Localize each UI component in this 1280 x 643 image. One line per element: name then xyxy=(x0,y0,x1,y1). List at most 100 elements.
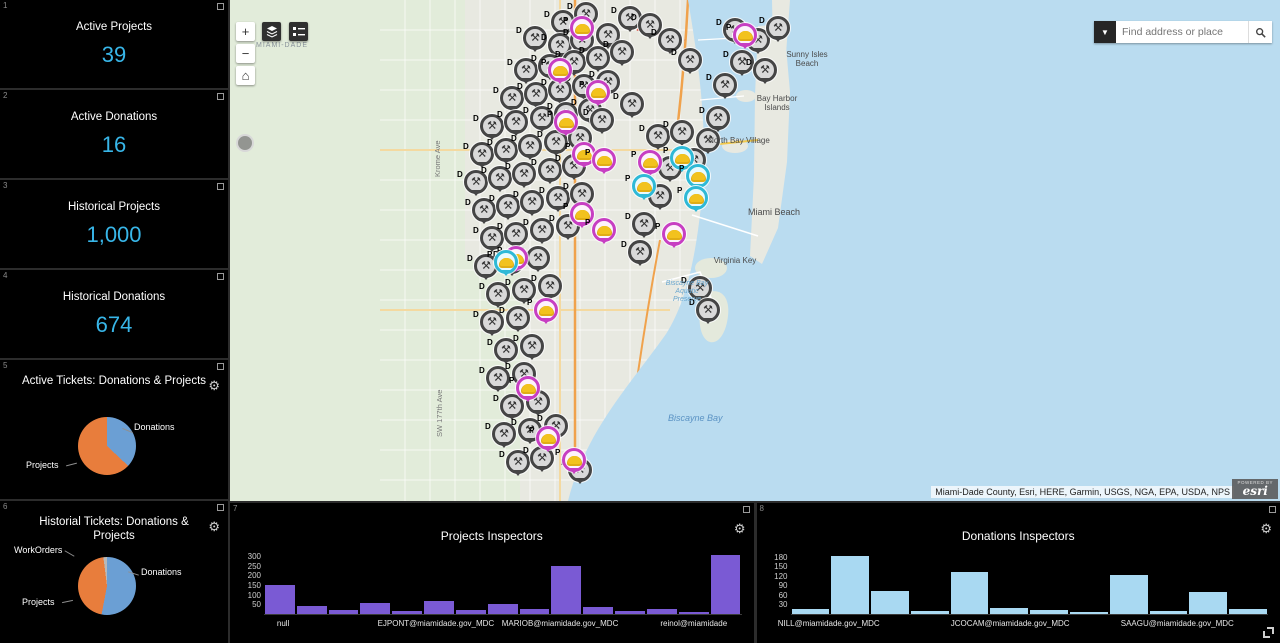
gear-icon[interactable]: ⚙ xyxy=(208,519,220,535)
bar[interactable] xyxy=(711,555,741,614)
bar[interactable] xyxy=(488,604,518,614)
bar[interactable] xyxy=(990,608,1028,614)
bar[interactable] xyxy=(615,611,645,614)
bottom-charts: 7 ⚙ Projects Inspectors 3002502001501005… xyxy=(230,503,1280,643)
y-tick-label: 90 xyxy=(779,582,788,590)
panel-number: 5 xyxy=(3,361,7,370)
bar[interactable] xyxy=(679,612,709,614)
locate-button[interactable] xyxy=(236,134,254,152)
y-axis: 30025020015010050 xyxy=(238,553,264,615)
chart-title: Donations Inspectors xyxy=(757,529,1280,543)
map-label: Virginia Key xyxy=(704,256,766,265)
bar[interactable] xyxy=(551,566,581,614)
bar[interactable] xyxy=(297,606,327,614)
y-tick-label: 120 xyxy=(774,573,787,581)
pie-slice-label: Donations xyxy=(141,567,182,577)
pie-slice-label: Donations xyxy=(134,422,175,432)
pie-callout-line xyxy=(62,600,73,603)
bar-plot xyxy=(791,553,1269,615)
bar[interactable] xyxy=(392,611,422,614)
legend-icon xyxy=(292,25,306,39)
zoom-out-button[interactable]: − xyxy=(236,44,255,63)
stat-value: 1,000 xyxy=(86,222,141,248)
bar[interactable] xyxy=(647,609,677,614)
map-label: Miami Beach xyxy=(748,207,800,217)
map-label: Biscayne Bay Aquatic Preserve xyxy=(662,280,712,304)
esri-logo: POWERED BY esri xyxy=(1232,479,1278,499)
panel-expand-icon[interactable] xyxy=(1269,506,1276,513)
gear-icon[interactable]: ⚙ xyxy=(208,378,220,394)
bar[interactable] xyxy=(583,607,613,614)
bar[interactable] xyxy=(456,610,486,614)
chart-title: Projects Inspectors xyxy=(230,529,754,543)
stat-panel-historical-donations: 4 Historical Donations 674 xyxy=(0,270,228,358)
bar[interactable] xyxy=(424,601,454,614)
bar[interactable] xyxy=(360,603,390,614)
stat-panel-historical-projects: 3 Historical Projects 1,000 xyxy=(0,180,228,268)
y-tick-label: 200 xyxy=(248,572,261,580)
map-label: North Bay Village xyxy=(708,136,770,145)
bar[interactable] xyxy=(831,556,869,614)
y-tick-label: 150 xyxy=(248,582,261,590)
search-widget: ▼ xyxy=(1094,21,1272,43)
panel-expand-icon[interactable] xyxy=(217,183,224,190)
layers-button[interactable] xyxy=(262,22,281,41)
bar[interactable] xyxy=(911,611,949,614)
x-tick-label: null xyxy=(277,619,289,628)
pie-chart[interactable] xyxy=(78,417,136,475)
fullscreen-expand-icon[interactable] xyxy=(1263,627,1274,638)
home-button[interactable]: ⌂ xyxy=(236,66,255,85)
bar[interactable] xyxy=(1030,610,1068,614)
bar[interactable] xyxy=(951,572,989,614)
y-tick-label: 60 xyxy=(779,592,788,600)
pie-slice-label: WorkOrders xyxy=(14,545,62,555)
bar[interactable] xyxy=(1070,612,1108,615)
panel-expand-icon[interactable] xyxy=(217,363,224,370)
bar[interactable] xyxy=(792,609,830,614)
bar[interactable] xyxy=(520,609,550,614)
bar[interactable] xyxy=(1229,609,1267,614)
pie-chart[interactable] xyxy=(78,557,136,615)
panel-number: 6 xyxy=(3,502,7,511)
panel-expand-icon[interactable] xyxy=(743,506,750,513)
gear-icon[interactable]: ⚙ xyxy=(734,521,746,537)
bar[interactable] xyxy=(1150,611,1188,614)
map-label: Krome Ave xyxy=(433,140,442,177)
pie-callout-line xyxy=(66,463,77,467)
y-tick-label: 180 xyxy=(774,554,787,562)
panel-expand-icon[interactable] xyxy=(217,93,224,100)
zoom-in-button[interactable]: + xyxy=(236,22,255,41)
bar[interactable] xyxy=(329,610,359,614)
bar[interactable] xyxy=(1110,575,1148,614)
search-icon xyxy=(1255,26,1266,39)
pie-panel-active-tickets: 5 ⚙ Active Tickets: Donations & Projects… xyxy=(0,360,228,499)
bar[interactable] xyxy=(1189,592,1227,614)
chart-panel-projects-inspectors: 7 ⚙ Projects Inspectors 3002502001501005… xyxy=(230,503,754,643)
bar[interactable] xyxy=(265,585,295,614)
search-button[interactable] xyxy=(1248,21,1272,43)
panel-expand-icon[interactable] xyxy=(217,504,224,511)
map-label: Sunny Isles Beach xyxy=(776,50,838,68)
map[interactable]: D⚒D⚒D⚒D⚒D⚒D⚒D⚒D⚒D⚒D⚒D⚒D⚒D⚒D⚒D⚒D⚒D⚒D⚒D⚒D⚒… xyxy=(230,0,1280,501)
x-tick-label: SAAGU@miamidade.gov_MDC xyxy=(1121,619,1234,628)
map-attribution: Miami-Dade County, Esri, HERE, Garmin, U… xyxy=(931,486,1234,498)
x-axis-labels: NILL@miamidade.gov_MDCJCOCAM@miamidade.g… xyxy=(791,619,1269,631)
chart-body: 180150120906030 xyxy=(765,553,1269,615)
panel-number: 4 xyxy=(3,271,7,280)
y-tick-label: 250 xyxy=(248,563,261,571)
stat-panel-active-projects: 1 Active Projects 39 xyxy=(0,0,228,88)
pie-slice-label: Projects xyxy=(26,460,59,470)
y-tick-label: 150 xyxy=(774,563,787,571)
gear-icon[interactable]: ⚙ xyxy=(1260,521,1272,537)
panel-number: 8 xyxy=(760,504,764,513)
search-input[interactable] xyxy=(1116,21,1248,43)
search-source-dropdown[interactable]: ▼ xyxy=(1094,21,1116,43)
panel-expand-icon[interactable] xyxy=(217,3,224,10)
stat-value: 39 xyxy=(102,42,126,68)
bar[interactable] xyxy=(871,591,909,614)
layers-icon xyxy=(265,25,279,39)
legend-button[interactable] xyxy=(289,22,308,41)
panel-expand-icon[interactable] xyxy=(217,273,224,280)
panel-number: 1 xyxy=(3,1,7,10)
dashboard: 1 Active Projects 39 2 Active Donations … xyxy=(0,0,1280,643)
